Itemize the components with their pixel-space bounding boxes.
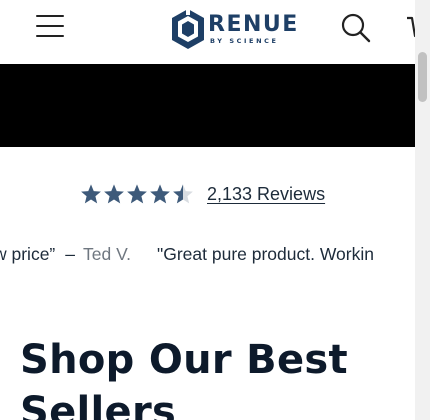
testimonial-quote: w price” (0, 244, 56, 264)
brand-name: RENUE (208, 11, 299, 37)
search-icon[interactable] (340, 12, 372, 44)
menu-icon[interactable] (34, 12, 68, 42)
star-icon (81, 184, 101, 204)
promo-banner (0, 64, 415, 147)
star-icon (127, 184, 147, 204)
site-header: RENUE BY SCIENCE (0, 0, 430, 64)
testimonial-author: Ted V. (83, 244, 132, 264)
section-title: Shop Our Best Sellers (20, 337, 348, 420)
rating-summary: 2,133 Reviews (80, 180, 325, 208)
testimonial-quote: "Great pure product. Workin (157, 244, 374, 264)
star-icon (104, 184, 124, 204)
star-icon (150, 184, 170, 204)
scrollbar-thumb[interactable] (418, 52, 427, 102)
brand-logo[interactable]: RENUE BY SCIENCE (170, 6, 299, 52)
reviews-link[interactable]: 2,133 Reviews (207, 184, 325, 205)
star-half-icon (173, 184, 193, 204)
logo-mark-icon (172, 7, 204, 49)
brand-tagline: BY SCIENCE (210, 36, 279, 45)
testimonial-dash: – (65, 244, 75, 264)
star-rating (80, 183, 195, 205)
page-scrollbar[interactable] (415, 0, 430, 420)
testimonial-marquee: w price” – Ted V. "Great pure product. W… (0, 244, 415, 270)
